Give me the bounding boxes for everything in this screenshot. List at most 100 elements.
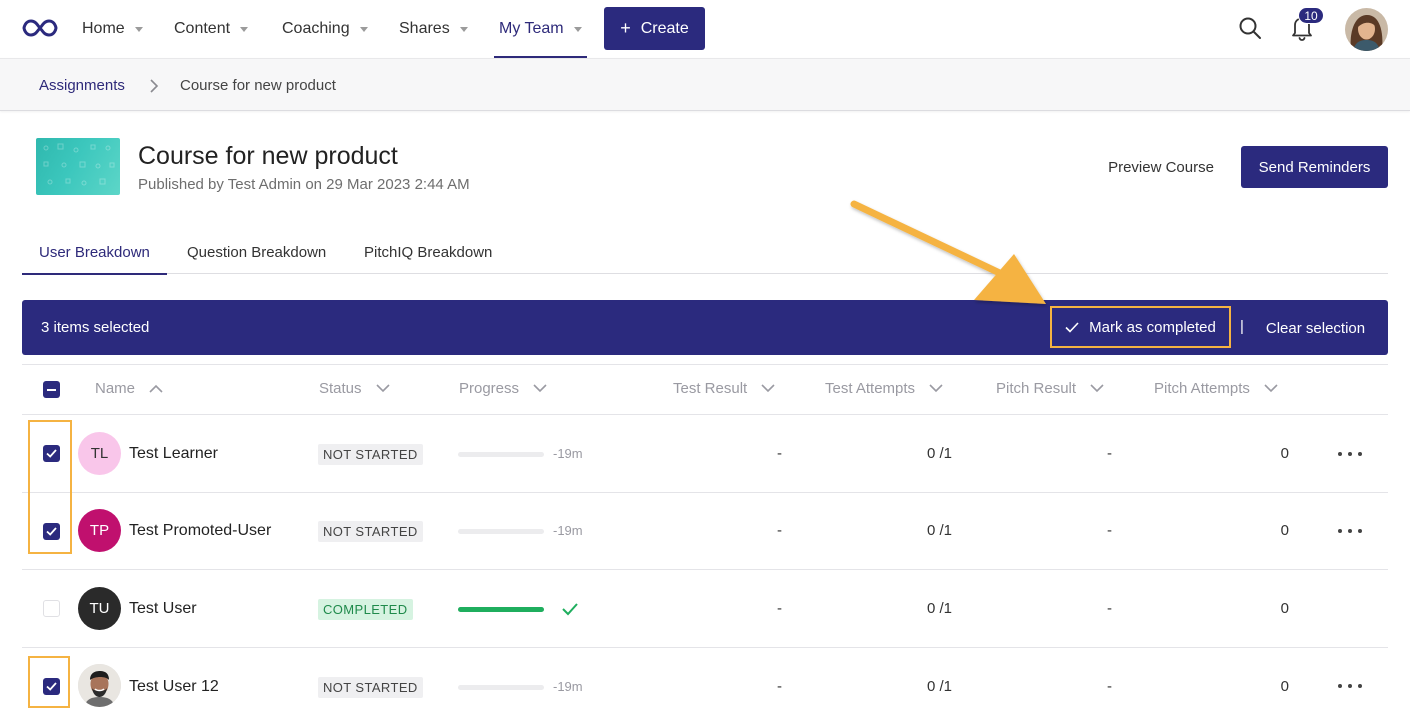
avatar <box>78 664 121 707</box>
pitch-attempts-value: 0 <box>1280 600 1289 617</box>
action-separator: | <box>1240 318 1244 335</box>
nav-my-team-label: My Team <box>499 20 564 37</box>
selection-action-bar: 3 items selected Mark as completed | Cle… <box>22 300 1388 355</box>
chevron-up-icon <box>149 384 163 393</box>
chevron-down-icon <box>240 26 249 32</box>
column-header-pitch-result[interactable]: Pitch Result <box>996 380 1104 397</box>
send-reminders-button[interactable]: Send Reminders <box>1241 146 1388 188</box>
row-checkbox[interactable] <box>43 445 60 462</box>
progress-duration: -19m <box>553 523 583 538</box>
search-icon[interactable] <box>1238 16 1262 40</box>
chevron-right-icon <box>150 79 159 93</box>
breadcrumb: Assignments Course for new product <box>0 58 1410 111</box>
pitch-result-value: - <box>1107 522 1112 539</box>
pitch-attempts-value: 0 <box>1280 522 1289 539</box>
check-icon <box>46 527 57 536</box>
notification-count-badge: 10 <box>1298 7 1324 24</box>
breadcrumb-current: Course for new product <box>180 77 336 94</box>
tab-user-breakdown[interactable]: User Breakdown <box>22 230 167 275</box>
row-checkbox[interactable] <box>43 678 60 695</box>
chevron-down-icon <box>761 384 775 393</box>
column-header-name-label: Name <box>95 380 136 397</box>
column-header-pitch-attempts-label: Pitch Attempts <box>1154 380 1250 397</box>
column-header-name[interactable]: Name <box>95 380 163 397</box>
user-name[interactable]: Test Learner <box>129 445 218 463</box>
clear-selection-button[interactable]: Clear selection <box>1253 309 1378 347</box>
column-header-status-label: Status <box>319 380 362 397</box>
test-result-value: - <box>777 600 782 617</box>
column-header-progress[interactable]: Progress <box>459 380 547 397</box>
nav-my-team[interactable]: My Team <box>494 0 587 58</box>
create-button-label: Create <box>640 19 689 37</box>
test-attempts-value: 0 /1 <box>926 678 952 695</box>
more-dots-icon[interactable] <box>1338 452 1362 458</box>
check-icon <box>1065 321 1079 333</box>
plus-icon: + <box>620 18 631 38</box>
selection-count: 3 items selected <box>41 319 150 336</box>
table-top-divider <box>22 364 1388 365</box>
user-name[interactable]: Test User <box>129 600 197 618</box>
status-badge: NOT STARTED <box>318 677 423 698</box>
nav-home[interactable]: Home <box>82 0 143 58</box>
nav-shares[interactable]: Shares <box>399 0 468 58</box>
chevron-down-icon <box>134 26 143 32</box>
course-thumbnail <box>36 138 120 195</box>
chevron-down-icon <box>533 384 547 393</box>
chevron-down-icon <box>1090 384 1104 393</box>
page-title: Course for new product <box>138 142 398 170</box>
column-header-status[interactable]: Status <box>319 380 390 397</box>
column-header-test-attempts[interactable]: Test Attempts <box>825 380 943 397</box>
top-navigation: Home Content Coaching Shares My Team + C… <box>0 0 1410 58</box>
progress-fill <box>458 607 544 612</box>
nav-coaching-label: Coaching <box>282 20 350 37</box>
select-all-checkbox[interactable] <box>43 381 60 398</box>
test-result-value: - <box>777 445 782 462</box>
table-row: TU Test User COMPLETED - 0 /1 - 0 <box>22 570 1388 647</box>
nav-home-label: Home <box>82 20 125 37</box>
avatar: TL <box>78 432 121 475</box>
test-attempts-value: 0 /1 <box>926 600 952 617</box>
logo-icon[interactable] <box>22 17 58 39</box>
more-dots-icon[interactable] <box>1338 684 1362 690</box>
test-attempts-value: 0 /1 <box>926 445 952 462</box>
avatar: TU <box>78 587 121 630</box>
chevron-down-icon <box>573 26 582 32</box>
test-attempts-value: 0 /1 <box>926 522 952 539</box>
column-header-pitch-attempts[interactable]: Pitch Attempts <box>1154 380 1278 397</box>
column-header-test-result-label: Test Result <box>673 380 748 397</box>
tab-pitchiq-breakdown[interactable]: PitchIQ Breakdown <box>364 230 492 274</box>
avatar: TP <box>78 509 121 552</box>
row-checkbox[interactable] <box>43 523 60 540</box>
create-button[interactable]: + Create <box>604 7 705 50</box>
preview-course-button[interactable]: Preview Course <box>1096 146 1226 188</box>
more-dots-icon[interactable] <box>1338 529 1362 535</box>
status-badge: NOT STARTED <box>318 521 423 542</box>
column-header-pitch-result-label: Pitch Result <box>996 380 1077 397</box>
test-result-value: - <box>777 522 782 539</box>
breadcrumb-assignments-link[interactable]: Assignments <box>39 77 125 94</box>
check-icon <box>46 682 57 691</box>
nav-content[interactable]: Content <box>174 0 249 58</box>
pitch-attempts-value: 0 <box>1280 445 1289 462</box>
progress-bar <box>458 529 544 534</box>
tab-question-breakdown[interactable]: Question Breakdown <box>187 230 326 274</box>
user-name[interactable]: Test Promoted-User <box>129 522 271 540</box>
row-checkbox[interactable] <box>43 600 60 617</box>
chevron-down-icon <box>1264 384 1278 393</box>
test-result-value: - <box>777 678 782 695</box>
chevron-down-icon <box>359 26 368 32</box>
progress-bar <box>458 607 544 612</box>
check-icon <box>46 449 57 458</box>
mark-as-completed-button[interactable]: Mark as completed <box>1050 306 1231 348</box>
user-avatar[interactable] <box>1345 8 1388 51</box>
column-header-test-attempts-label: Test Attempts <box>825 380 916 397</box>
progress-bar <box>458 685 544 690</box>
progress-bar <box>458 452 544 457</box>
column-header-test-result[interactable]: Test Result <box>673 380 775 397</box>
chevron-down-icon <box>929 384 943 393</box>
user-name[interactable]: Test User 12 <box>129 678 219 696</box>
status-badge: COMPLETED <box>318 599 413 620</box>
nav-coaching[interactable]: Coaching <box>282 0 368 58</box>
chevron-down-icon <box>459 26 468 32</box>
mark-as-completed-label: Mark as completed <box>1089 318 1216 336</box>
